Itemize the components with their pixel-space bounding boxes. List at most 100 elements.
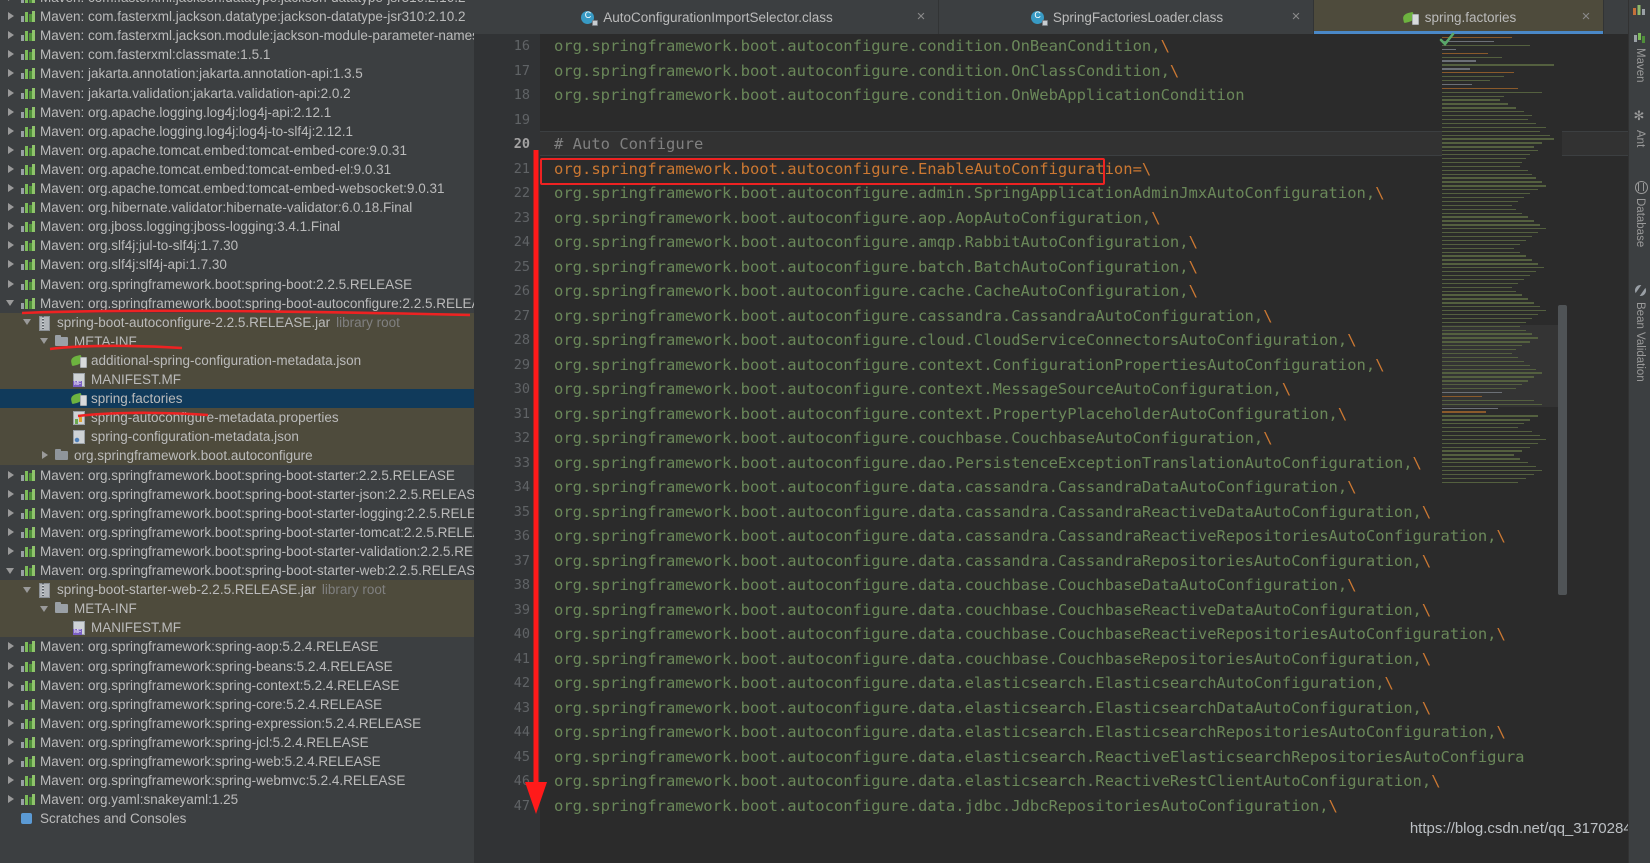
- tree-item[interactable]: Maven: org.springframework:spring-jcl:5.…: [0, 733, 474, 752]
- editor-minimap[interactable]: [1442, 37, 1562, 492]
- tree-item[interactable]: Maven: org.springframework:spring-core:5…: [0, 695, 474, 714]
- code-line[interactable]: org.springframework.boot.autoconfigure.b…: [540, 255, 1198, 280]
- code-line[interactable]: org.springframework.boot.autoconfigure.c…: [540, 426, 1273, 451]
- tree-item[interactable]: Maven: org.springframework:spring-web:5.…: [0, 752, 474, 771]
- tree-item[interactable]: spring.factories: [0, 389, 474, 409]
- code-line[interactable]: org.springframework.boot.autoconfigure.d…: [540, 671, 1394, 696]
- chevron-right-icon[interactable]: [6, 718, 17, 729]
- chevron-down-icon[interactable]: [40, 603, 51, 614]
- chevron-right-icon[interactable]: [6, 279, 17, 290]
- chevron-right-icon[interactable]: [6, 546, 17, 557]
- code-line[interactable]: org.springframework.boot.autoconfigure.d…: [540, 573, 1357, 598]
- tree-item[interactable]: Maven: org.hibernate.validator:hibernate…: [0, 198, 474, 217]
- tree-item[interactable]: Maven: org.springframework:spring-aop:5.…: [0, 637, 474, 656]
- tree-item[interactable]: Maven: org.springframework.boot:spring-b…: [0, 542, 474, 561]
- code-line[interactable]: org.springframework.boot.autoconfigure.c…: [540, 402, 1347, 427]
- code-line[interactable]: org.springframework.boot.autoconfigure.d…: [540, 500, 1431, 525]
- tree-item[interactable]: META-INF: [0, 599, 474, 619]
- sidebar-item-maven[interactable]: Maven: [1629, 26, 1650, 98]
- chevron-right-icon[interactable]: [6, 775, 17, 786]
- tree-item[interactable]: org.springframework.boot.autoconfigure: [0, 446, 474, 466]
- sidebar-item-ant[interactable]: Ant: [1629, 108, 1650, 168]
- chevron-right-icon[interactable]: [6, 527, 17, 538]
- tree-item[interactable]: Maven: com.fasterxml:classmate:1.5.1: [0, 45, 474, 64]
- tab-springfactoriesloader[interactable]: SpringFactoriesLoader.class ×: [939, 0, 1314, 34]
- tree-item[interactable]: spring-configuration-metadata.json: [0, 427, 474, 447]
- tree-item[interactable]: Maven: org.springframework.boot:spring-b…: [0, 275, 474, 294]
- code-line[interactable]: org.springframework.boot.autoconfigure.d…: [540, 745, 1525, 770]
- code-line[interactable]: org.springframework.boot.autoconfigure.c…: [540, 279, 1198, 304]
- tree-item[interactable]: Maven: org.apache.logging.log4j:log4j-ap…: [0, 103, 474, 122]
- chevron-down-icon[interactable]: [23, 317, 34, 328]
- scrollbar-thumb[interactable]: [1558, 305, 1567, 595]
- chevron-right-icon[interactable]: [6, 641, 17, 652]
- tree-item[interactable]: Maven: org.jboss.logging:jboss-logging:3…: [0, 217, 474, 236]
- chevron-right-icon[interactable]: [6, 126, 17, 137]
- code-line[interactable]: org.springframework.boot.autoconfigure.d…: [540, 647, 1431, 672]
- chevron-right-icon[interactable]: [6, 489, 17, 500]
- code-line[interactable]: org.springframework.boot.autoconfigure.a…: [540, 206, 1161, 231]
- sidebar-item-bean-validation[interactable]: Bean Validation: [1629, 280, 1650, 406]
- chevron-down-icon[interactable]: [6, 298, 17, 309]
- tree-item[interactable]: Maven: org.slf4j:slf4j-api:1.7.30: [0, 255, 474, 274]
- chevron-right-icon[interactable]: [6, 183, 17, 194]
- chevron-right-icon[interactable]: [6, 0, 17, 3]
- tree-item[interactable]: META-INF: [0, 331, 474, 351]
- code-line[interactable]: org.springframework.boot.autoconfigure.d…: [540, 524, 1506, 549]
- tree-item[interactable]: Maven: org.springframework:spring-beans:…: [0, 657, 474, 676]
- tree-item[interactable]: spring-boot-autoconfigure-2.2.5.RELEASE.…: [0, 312, 474, 332]
- code-line[interactable]: org.springframework.boot.autoconfigure.d…: [540, 475, 1357, 500]
- tree-item[interactable]: Maven: org.springframework.boot:spring-b…: [0, 294, 474, 313]
- sidebar-item-database[interactable]: Database: [1629, 176, 1650, 268]
- editor-scrollbar[interactable]: [1556, 37, 1568, 863]
- chevron-right-icon[interactable]: [6, 259, 17, 270]
- chevron-down-icon[interactable]: [40, 336, 51, 347]
- tree-item[interactable]: spring-autoconfigure-metadata.properties: [0, 408, 474, 428]
- tree-item[interactable]: Maven: org.apache.tomcat.embed:tomcat-em…: [0, 179, 474, 198]
- tree-item[interactable]: Maven: org.apache.tomcat.embed:tomcat-em…: [0, 160, 474, 179]
- chevron-right-icon[interactable]: [6, 699, 17, 710]
- chevron-right-icon[interactable]: [6, 756, 17, 767]
- tree-item[interactable]: Maven: org.springframework.boot:spring-b…: [0, 466, 474, 485]
- chevron-right-icon[interactable]: [6, 88, 17, 99]
- chevron-right-icon[interactable]: [6, 164, 17, 175]
- close-icon[interactable]: ×: [1289, 9, 1303, 24]
- tree-item[interactable]: spring-boot-starter-web-2.2.5.RELEASE.ja…: [0, 580, 474, 600]
- chevron-right-icon[interactable]: [6, 11, 17, 22]
- code-line[interactable]: org.springframework.boot.autoconfigure.c…: [540, 59, 1179, 84]
- tab-autoconfigurationimportselector[interactable]: AutoConfigurationImportSelector.class ×: [474, 0, 939, 34]
- tree-item[interactable]: Maven: org.apache.logging.log4j:log4j-to…: [0, 122, 474, 141]
- chevron-right-icon[interactable]: [6, 49, 17, 60]
- code-line[interactable]: [540, 108, 554, 133]
- tree-item[interactable]: Maven: jakarta.validation:jakarta.valida…: [0, 84, 474, 103]
- tree-item[interactable]: additional-spring-configuration-metadata…: [0, 350, 474, 370]
- code-line[interactable]: org.springframework.boot.autoconfigure.a…: [540, 181, 1385, 206]
- tree-item[interactable]: MANIFEST.MF: [0, 370, 474, 390]
- code-line[interactable]: org.springframework.boot.autoconfigure.E…: [540, 157, 1151, 182]
- editor-tab-bar[interactable]: AutoConfigurationImportSelector.class × …: [474, 0, 1650, 34]
- project-tree-panel[interactable]: Maven: com.fasterxml.jackson.datatype:ja…: [0, 0, 474, 863]
- tree-item[interactable]: Maven: org.springframework.boot:spring-b…: [0, 523, 474, 542]
- tree-item[interactable]: Maven: com.fasterxml.jackson.datatype:ja…: [0, 7, 474, 26]
- inspection-ok-icon[interactable]: [1439, 31, 1455, 47]
- editor-gutter[interactable]: 16 17 18 19 20 21 22 23 24 25 26 27 28 29 30 31 32 33 34 35…: [474, 34, 540, 863]
- tree-item[interactable]: Maven: org.springframework.boot:spring-b…: [0, 504, 474, 523]
- chevron-right-icon[interactable]: [6, 107, 17, 118]
- chevron-right-icon[interactable]: [6, 737, 17, 748]
- tree-item[interactable]: Maven: org.apache.tomcat.embed:tomcat-em…: [0, 141, 474, 160]
- chevron-down-icon[interactable]: [23, 584, 34, 595]
- chevron-right-icon[interactable]: [6, 68, 17, 79]
- code-line[interactable]: org.springframework.boot.autoconfigure.d…: [540, 696, 1431, 721]
- tree-item[interactable]: Maven: org.springframework.boot:spring-b…: [0, 561, 474, 580]
- tab-spring-factories[interactable]: spring.factories ×: [1314, 0, 1604, 34]
- code-line[interactable]: org.springframework.boot.autoconfigure.c…: [540, 83, 1245, 108]
- tree-item[interactable]: Scratches and Consoles: [0, 809, 474, 828]
- tree-item[interactable]: Maven: jakarta.annotation:jakarta.annota…: [0, 64, 474, 83]
- tree-item[interactable]: Maven: org.springframework:spring-contex…: [0, 676, 474, 695]
- code-line[interactable]: org.springframework.boot.autoconfigure.c…: [540, 328, 1357, 353]
- chevron-right-icon[interactable]: [6, 661, 17, 672]
- chevron-right-icon[interactable]: [6, 508, 17, 519]
- code-line[interactable]: org.springframework.boot.autoconfigure.d…: [540, 794, 1338, 819]
- chevron-right-icon[interactable]: [6, 240, 17, 251]
- tree-item[interactable]: Maven: com.fasterxml.jackson.module:jack…: [0, 26, 474, 45]
